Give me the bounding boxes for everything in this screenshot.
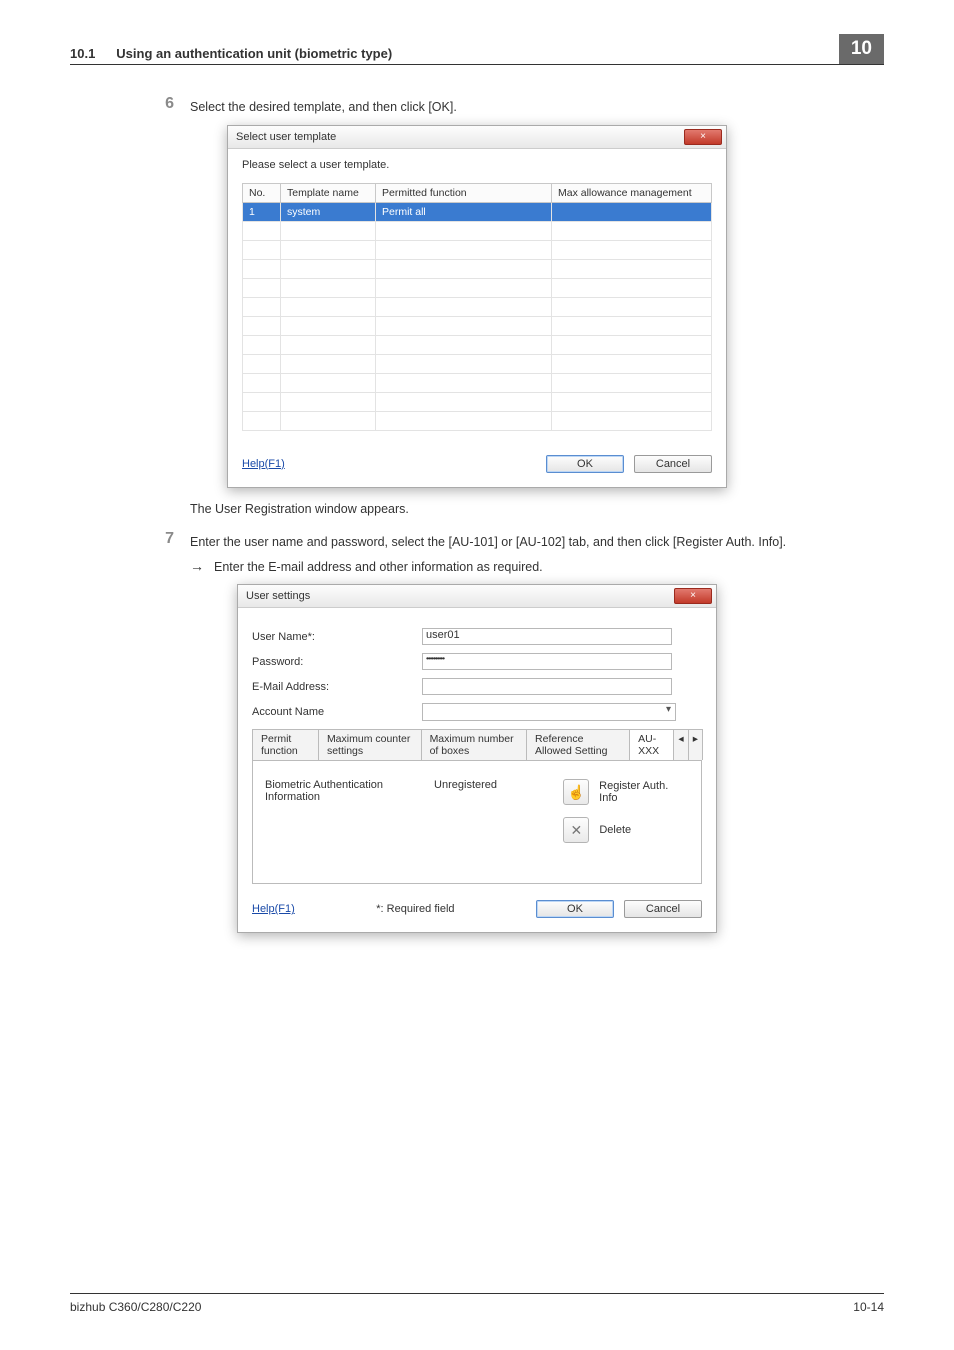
dialog1-title: Select user template xyxy=(236,131,336,143)
tab-au-xxx[interactable]: AU-XXX xyxy=(629,729,674,760)
table-row[interactable] xyxy=(243,411,712,430)
table-row[interactable] xyxy=(243,335,712,354)
footer-page-number: 10-14 xyxy=(853,1300,884,1314)
help-link[interactable]: Help(F1) xyxy=(242,458,285,470)
password-label: Password: xyxy=(252,656,422,668)
tabstrip: Permit function Maximum counter settings… xyxy=(252,729,702,761)
footer-model: bizhub C360/C280/C220 xyxy=(70,1300,201,1314)
delete-icon[interactable]: ✕ xyxy=(563,817,589,843)
arrow-icon: → xyxy=(190,558,204,577)
table-row[interactable] xyxy=(243,354,712,373)
section-number: 10.1 xyxy=(70,46,95,61)
step-6-text: Select the desired template, and then cl… xyxy=(190,95,457,117)
step-6-number: 6 xyxy=(160,95,174,117)
dialog2-title: User settings xyxy=(246,590,310,602)
step-7-substep: Enter the E-mail address and other infor… xyxy=(214,558,543,577)
table-row[interactable] xyxy=(243,392,712,411)
dialog1-instruction: Please select a user template. xyxy=(242,159,712,171)
cancel-button[interactable]: Cancel xyxy=(624,900,702,918)
username-field[interactable]: user01 xyxy=(422,628,672,645)
table-row[interactable] xyxy=(243,240,712,259)
tab-scroll-left-icon[interactable]: ◂ xyxy=(673,729,688,760)
tab-max-boxes[interactable]: Maximum number of boxes xyxy=(421,729,527,760)
table-row[interactable]: 1 system Permit all xyxy=(243,202,712,221)
col-template-name: Template name xyxy=(281,183,376,202)
table-row[interactable] xyxy=(243,316,712,335)
cell-no: 1 xyxy=(243,202,281,221)
template-table: No. Template name Permitted function Max… xyxy=(242,183,712,431)
chapter-badge: 10 xyxy=(837,34,884,64)
account-select[interactable] xyxy=(422,703,676,721)
col-max-allowance: Max allowance management xyxy=(552,183,712,202)
col-permitted-function: Permitted function xyxy=(376,183,552,202)
cancel-button[interactable]: Cancel xyxy=(634,455,712,473)
tab-reference-allowed[interactable]: Reference Allowed Setting xyxy=(526,729,630,760)
username-label: User Name*: xyxy=(252,631,422,643)
dialog2-titlebar: User settings × xyxy=(238,585,716,608)
help-link[interactable]: Help(F1) xyxy=(252,903,295,915)
account-label: Account Name xyxy=(252,706,422,718)
cell-name: system xyxy=(281,202,376,221)
register-auth-icon[interactable]: ☝ xyxy=(563,779,589,805)
table-row[interactable] xyxy=(243,259,712,278)
email-field[interactable] xyxy=(422,678,672,695)
tab-permit-function[interactable]: Permit function xyxy=(252,729,319,760)
step-6-result: The User Registration window appears. xyxy=(70,502,884,516)
tab-max-counter[interactable]: Maximum counter settings xyxy=(318,729,422,760)
tab-scroll-right-icon[interactable]: ▸ xyxy=(688,729,703,760)
dialog1-titlebar: Select user template × xyxy=(228,126,726,149)
select-user-template-dialog: Select user template × Please select a u… xyxy=(227,125,727,488)
table-row[interactable] xyxy=(243,221,712,240)
register-auth-button[interactable]: Register Auth. Info xyxy=(599,780,689,804)
biometric-info-value: Unregistered xyxy=(434,779,533,843)
step-7-number: 7 xyxy=(160,530,174,552)
table-row[interactable] xyxy=(243,278,712,297)
cell-max xyxy=(552,202,712,221)
email-label: E-Mail Address: xyxy=(252,681,422,693)
table-row[interactable] xyxy=(243,297,712,316)
step-7-text: Enter the user name and password, select… xyxy=(190,530,786,552)
user-settings-dialog: User settings × User Name*: user01 Passw… xyxy=(237,584,717,933)
page-footer: bizhub C360/C280/C220 10-14 xyxy=(70,1293,884,1314)
col-no: No. xyxy=(243,183,281,202)
close-icon[interactable]: × xyxy=(684,129,722,145)
ok-button[interactable]: OK xyxy=(536,900,614,918)
page-header: 10.1 Using an authentication unit (biome… xyxy=(70,34,884,65)
required-note: *: Required field xyxy=(295,903,536,915)
section-title: Using an authentication unit (biometric … xyxy=(116,46,392,61)
close-icon[interactable]: × xyxy=(674,588,712,604)
delete-button[interactable]: Delete xyxy=(599,824,631,836)
biometric-info-label: Biometric Authentication Information xyxy=(265,779,404,843)
ok-button[interactable]: OK xyxy=(546,455,624,473)
password-field[interactable]: •••••••••• xyxy=(422,653,672,670)
table-row[interactable] xyxy=(243,373,712,392)
cell-func: Permit all xyxy=(376,202,552,221)
tab-pane-au: Biometric Authentication Information Unr… xyxy=(252,761,702,884)
